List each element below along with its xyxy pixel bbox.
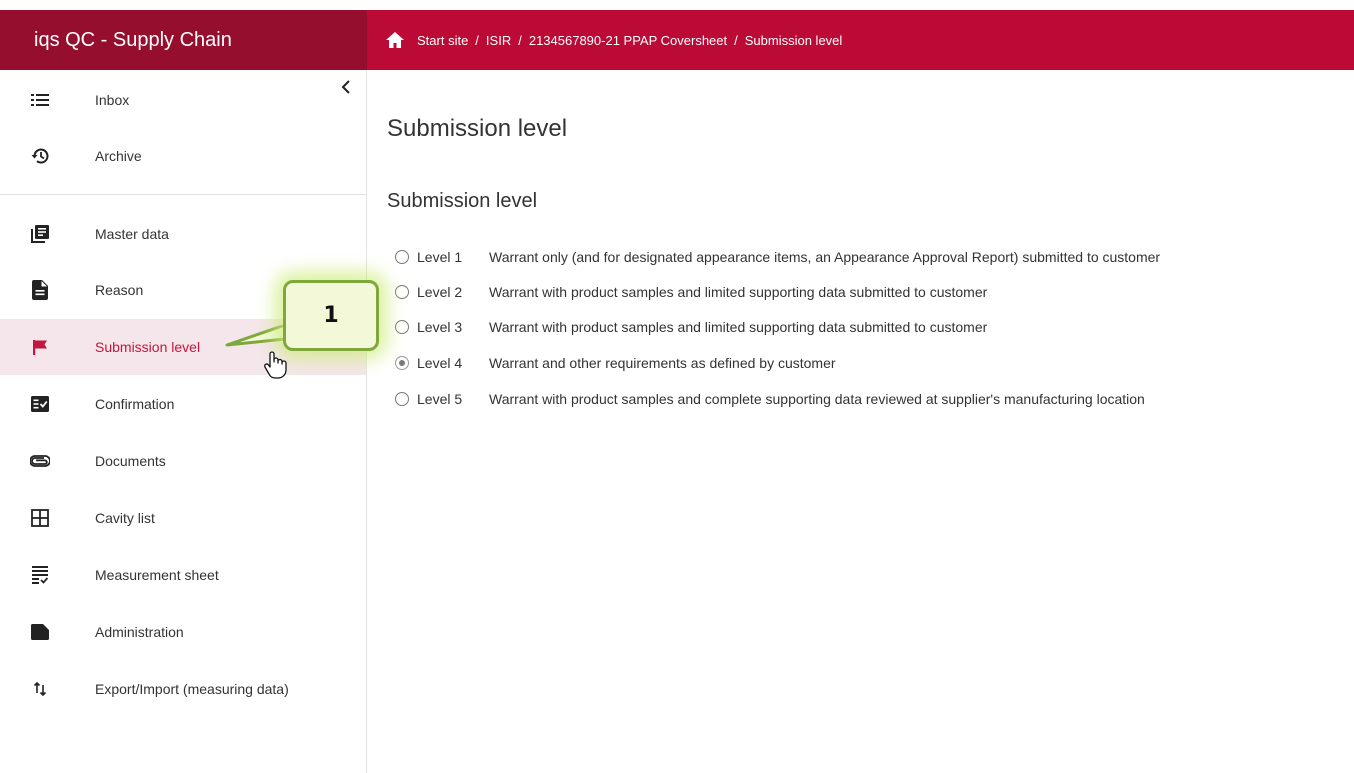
flag-icon <box>30 337 50 357</box>
top-bar: iqs QC - Supply Chain Start site / ISIR … <box>0 10 1354 70</box>
breadcrumb-current: Submission level <box>744 32 843 48</box>
option-level-label: Level 4 <box>417 355 463 371</box>
option-level-label: Level 5 <box>417 391 463 407</box>
grid-icon <box>30 508 50 528</box>
sidebar-item-label: Cavity list <box>95 510 155 526</box>
breadcrumb-separator: / <box>475 32 479 48</box>
sidebar-item-label: Administration <box>95 624 184 640</box>
sidebar-item-measurement-sheet[interactable]: Measurement sheet <box>0 547 366 603</box>
option-description: Warrant with product samples and complet… <box>489 391 1145 407</box>
radio-option-level-2[interactable]: Level 2 Warrant with product samples and… <box>395 282 987 302</box>
sidebar-item-master-data[interactable]: Master data <box>0 206 366 262</box>
history-icon <box>30 146 50 166</box>
sidebar-item-label: Documents <box>95 453 166 469</box>
fact-check-icon <box>30 394 50 414</box>
radio-option-level-4[interactable]: Level 4 Warrant and other requirements a… <box>395 353 836 373</box>
folder-icon <box>30 622 50 642</box>
sidebar-item-export-import[interactable]: Export/Import (measuring data) <box>0 661 366 717</box>
sidebar-item-label: Archive <box>95 148 142 164</box>
option-level-label: Level 2 <box>417 284 463 300</box>
sidebar-item-label: Confirmation <box>95 396 175 412</box>
option-description: Warrant with product samples and limited… <box>489 319 988 335</box>
description-icon <box>30 280 50 300</box>
breadcrumb-isir[interactable]: ISIR <box>486 33 511 48</box>
sidebar-item-documents[interactable]: Documents <box>0 433 366 489</box>
sidebar-item-cavity-list[interactable]: Cavity list <box>0 490 366 546</box>
step-callout: 1 <box>283 280 379 351</box>
radio-button[interactable] <box>395 285 409 299</box>
option-description: Warrant with product samples and limited… <box>489 284 988 300</box>
sidebar-item-archive[interactable]: Archive <box>0 128 366 184</box>
radio-option-level-1[interactable]: Level 1 Warrant only (and for designated… <box>395 247 1160 267</box>
radio-dot <box>399 360 405 366</box>
main-content: Submission level Submission level Level … <box>368 70 1354 773</box>
option-description: Warrant only (and for designated appeara… <box>489 249 1161 265</box>
library-books-icon <box>30 224 50 244</box>
sidebar-divider <box>0 194 366 195</box>
sidebar-item-label: Submission level <box>95 339 201 355</box>
sidebar: Inbox Archive Master data Reason Submiss… <box>0 70 367 773</box>
sidebar-item-label: Inbox <box>95 92 130 108</box>
attachment-icon <box>30 451 50 471</box>
radio-button[interactable] <box>395 250 409 264</box>
home-icon[interactable] <box>385 30 407 50</box>
checklist-icon <box>30 565 50 585</box>
sidebar-item-label: Reason <box>95 282 144 298</box>
radio-option-level-3[interactable]: Level 3 Warrant with product samples and… <box>395 317 987 337</box>
option-level-label: Level 3 <box>417 319 463 335</box>
radio-button[interactable] <box>395 392 409 406</box>
breadcrumb-separator: / <box>518 32 522 48</box>
sidebar-item-label: Export/Import (measuring data) <box>95 681 289 697</box>
radio-option-level-5[interactable]: Level 5 Warrant with product samples and… <box>395 389 1145 409</box>
radio-button-selected[interactable] <box>395 356 409 370</box>
breadcrumb-separator: / <box>734 32 738 48</box>
hand-cursor-icon <box>264 351 287 379</box>
sidebar-item-confirmation[interactable]: Confirmation <box>0 376 366 432</box>
radio-button[interactable] <box>395 320 409 334</box>
sidebar-item-inbox[interactable]: Inbox <box>0 72 366 128</box>
sidebar-item-administration[interactable]: Administration <box>0 604 366 660</box>
app-window: iqs QC - Supply Chain Start site / ISIR … <box>0 0 1354 773</box>
breadcrumb-coversheet[interactable]: 2134567890-21 PPAP Coversheet <box>529 33 727 48</box>
option-level-label: Level 1 <box>417 249 463 265</box>
app-title: iqs QC - Supply Chain <box>0 10 367 70</box>
section-title: Submission level <box>387 190 538 212</box>
sidebar-item-label: Measurement sheet <box>95 567 219 583</box>
list-icon <box>30 90 50 110</box>
breadcrumb-start-site[interactable]: Start site <box>417 33 468 48</box>
breadcrumb: Start site / ISIR / 2134567890-21 PPAP C… <box>367 10 1354 70</box>
page-title: Submission level <box>387 115 568 142</box>
import-export-icon <box>30 679 50 699</box>
option-description: Warrant and other requirements as define… <box>489 355 836 371</box>
sidebar-item-label: Master data <box>95 226 169 242</box>
